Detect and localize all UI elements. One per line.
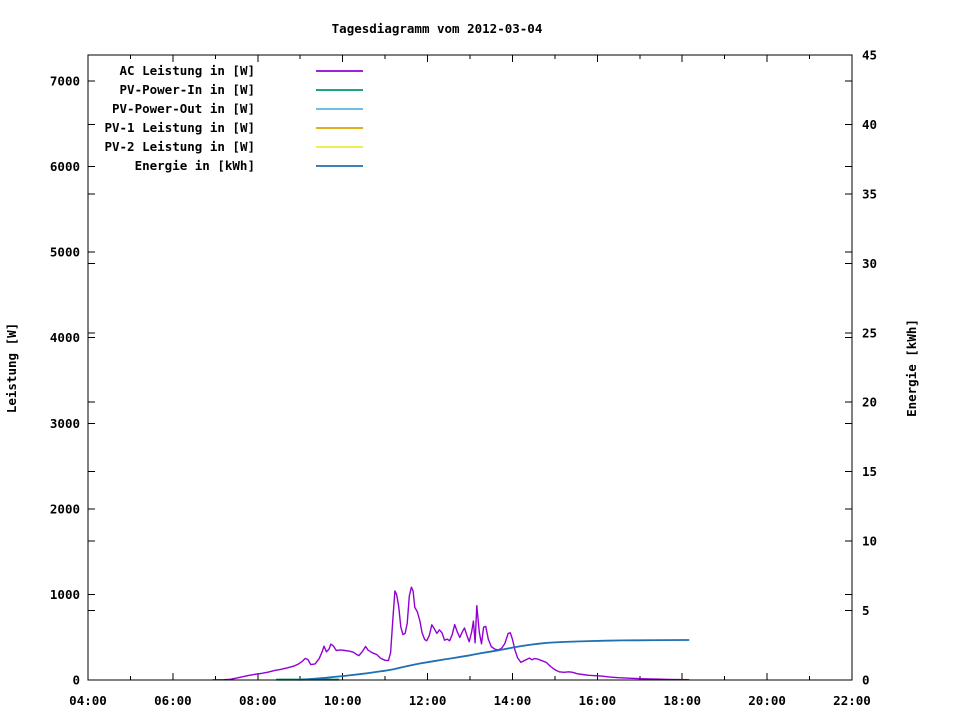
x-tick-label: 08:00: [239, 693, 277, 708]
y-right-tick-label: 25: [862, 325, 877, 340]
right-axis-title: Energie [kWh]: [904, 319, 919, 417]
y-right-tick-label: 45: [862, 48, 877, 63]
legend-label-ac-leistung-in-w: AC Leistung in [W]: [120, 63, 255, 78]
x-tick-label: 20:00: [748, 693, 786, 708]
y-right-tick-label: 30: [862, 256, 877, 271]
y-left-tick-label: 0: [72, 673, 80, 688]
left-axis-title: Leistung [W]: [4, 323, 19, 413]
y-left-tick-label: 5000: [50, 245, 80, 260]
x-tick-label: 22:00: [833, 693, 871, 708]
y-right-tick-label: 0: [862, 673, 870, 688]
legend-label-pv-2-leistung-in-w: PV-2 Leistung in [W]: [104, 139, 255, 154]
legend-label-energie-in-kwh: Energie in [kWh]: [135, 158, 255, 173]
y-left-tick-label: 6000: [50, 159, 80, 174]
y-left-tick-label: 7000: [50, 74, 80, 89]
y-right-tick-label: 20: [862, 395, 877, 410]
y-right-tick-label: 40: [862, 117, 877, 132]
y-left-tick-label: 1000: [50, 587, 80, 602]
legend-label-pv-power-out-in-w: PV-Power-Out in [W]: [112, 101, 255, 116]
chart-canvas: Tagesdiagramm vom 2012-03-04 Leistung [W…: [0, 0, 960, 720]
series-ac-leistung-in-w-line: [213, 587, 688, 680]
y-left-tick-label: 3000: [50, 416, 80, 431]
y-right-tick-label: 15: [862, 464, 877, 479]
x-tick-label: 04:00: [69, 693, 107, 708]
series-energie-in-kwh-line: [300, 640, 688, 680]
gnuplot-chart-window: Tagesdiagramm vom 2012-03-04 Leistung [W…: [0, 0, 960, 720]
x-tick-label: 18:00: [663, 693, 701, 708]
y-right-tick-label: 5: [862, 603, 870, 618]
x-tick-label: 10:00: [324, 693, 362, 708]
legend-label-pv-1-leistung-in-w: PV-1 Leistung in [W]: [104, 120, 255, 135]
y-right-tick-label: 10: [862, 534, 877, 549]
chart-title: Tagesdiagramm vom 2012-03-04: [332, 21, 543, 36]
y-left-tick-label: 2000: [50, 501, 80, 516]
x-tick-label: 12:00: [409, 693, 447, 708]
chart-legend: AC Leistung in [W] PV-Power-In in [W] PV-P…: [104, 63, 363, 173]
x-tick-label: 14:00: [494, 693, 532, 708]
y-left-tick-label: 4000: [50, 330, 80, 345]
series-lines: [213, 587, 688, 680]
x-tick-label: 16:00: [579, 693, 617, 708]
y-right-tick-label: 35: [862, 186, 877, 201]
x-tick-label: 06:00: [154, 693, 192, 708]
legend-label-pv-power-in-in-w: PV-Power-In in [W]: [120, 82, 255, 97]
